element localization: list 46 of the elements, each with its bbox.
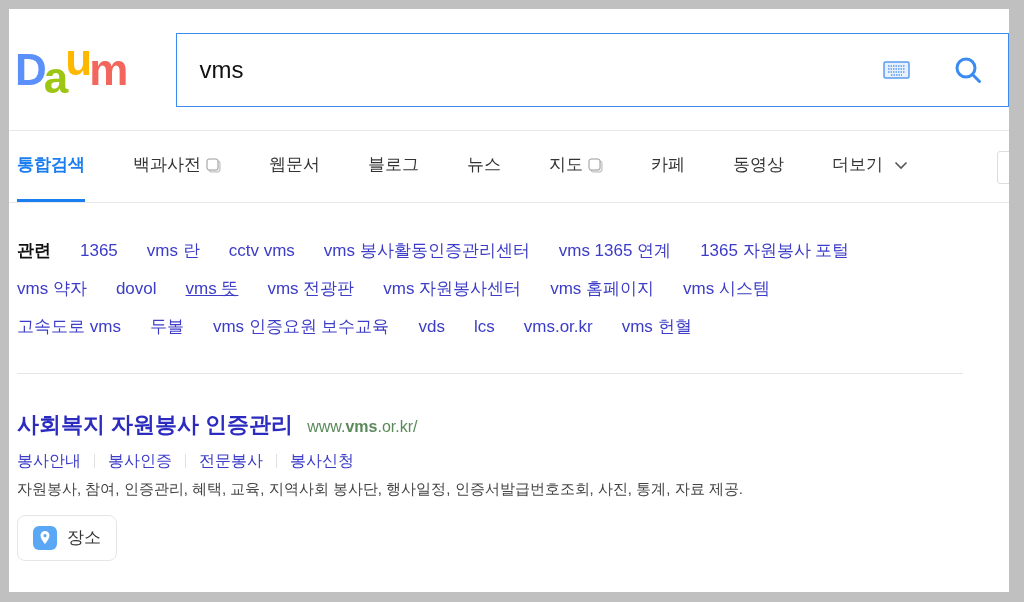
related-search-link[interactable]: vms 약자 bbox=[17, 277, 87, 301]
new-window-icon bbox=[588, 157, 603, 173]
related-search-link[interactable]: 고속도로 vms bbox=[17, 315, 121, 339]
result-description: 자원봉사, 참여, 인증관리, 혜택, 교육, 지역사회 봉사단, 행사일정, 인증서발급번호조회, 사진, 통계, 자료 제공. bbox=[17, 479, 744, 499]
tab[interactable]: 지도 bbox=[549, 131, 603, 202]
related-search-link[interactable]: vms 시스템 bbox=[683, 277, 770, 301]
related-search-link[interactable]: vms 자원봉사센터 bbox=[383, 277, 522, 301]
related-search-link[interactable]: vms 1365 연계 bbox=[558, 239, 672, 263]
tab[interactable]: 블로그 bbox=[368, 131, 419, 202]
related-search-link[interactable]: vms 홈페이지 bbox=[550, 277, 655, 301]
related-search-link[interactable]: vms 뜻 bbox=[185, 277, 239, 301]
related-label: 관련 bbox=[17, 240, 51, 262]
tab[interactable]: 웹문서 bbox=[269, 131, 320, 202]
tab[interactable]: 카페 bbox=[651, 131, 685, 202]
tab[interactable]: 뉴스 bbox=[467, 131, 501, 202]
result-sublink[interactable]: 봉사안내 bbox=[17, 449, 81, 473]
related-search-link[interactable]: vds bbox=[418, 315, 445, 339]
related-search-link[interactable]: vms 란 bbox=[146, 239, 200, 263]
result-sublink[interactable]: 전문봉사 bbox=[199, 449, 263, 473]
tab[interactable]: 통합검색 bbox=[17, 131, 85, 202]
tab[interactable]: 동영상 bbox=[733, 131, 784, 202]
keyboard-icon[interactable] bbox=[883, 60, 910, 79]
related-search-link[interactable]: 1365 bbox=[80, 239, 118, 263]
related-search-link[interactable]: cctv vms bbox=[228, 239, 295, 263]
result-sublink[interactable]: 봉사인증 bbox=[108, 449, 172, 473]
related-search-link[interactable]: vms 인증요원 보수교육 bbox=[212, 315, 390, 339]
related-search-link[interactable]: vms 전광판 bbox=[267, 277, 355, 301]
related-search-link[interactable]: vms.or.kr bbox=[523, 315, 593, 339]
result-url[interactable]: www.vms.or.kr/ bbox=[307, 415, 418, 439]
search-query: vms bbox=[199, 54, 245, 85]
chevron-down-icon bbox=[894, 160, 908, 170]
related-search-link[interactable]: lcs bbox=[473, 315, 495, 339]
related-search-link[interactable]: vms 헌혈 bbox=[621, 315, 692, 339]
result-sublink[interactable]: 봉사신청 bbox=[290, 449, 354, 473]
tab[interactable]: 더보기 bbox=[832, 131, 908, 202]
related-search-link[interactable]: 두볼 bbox=[149, 315, 184, 339]
tab[interactable]: 백과사전 bbox=[133, 131, 221, 202]
search-field[interactable]: vms bbox=[175, 32, 1009, 107]
result-title-link[interactable]: 사회복지 자원봉사 인증관리 bbox=[17, 408, 294, 441]
place-button[interactable]: 장소 bbox=[17, 514, 117, 561]
new-window-icon bbox=[206, 157, 221, 173]
related-search-link[interactable]: vms 봉사활동인증관리센터 bbox=[323, 239, 530, 263]
related-search-link[interactable]: dovol bbox=[115, 277, 157, 301]
map-pin-icon bbox=[33, 525, 57, 550]
related-search-link[interactable]: 1365 자원봉사 포털 bbox=[700, 239, 850, 263]
search-icon[interactable] bbox=[954, 55, 982, 84]
